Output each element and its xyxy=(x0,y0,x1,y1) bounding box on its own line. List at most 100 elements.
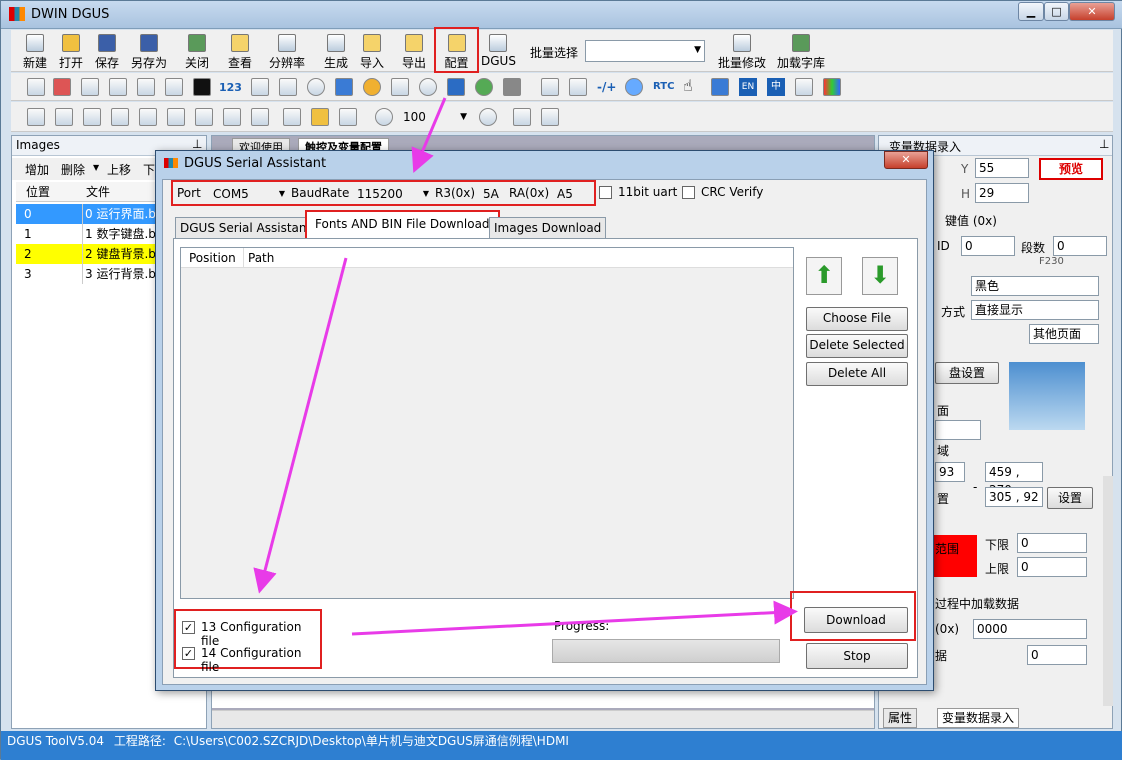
globe-icon[interactable] xyxy=(363,78,381,96)
delete-selected-button[interactable]: Delete Selected xyxy=(806,334,908,358)
cut-delete-icon[interactable] xyxy=(339,108,357,126)
move-up-arrow-icon[interactable]: ⬆ xyxy=(806,257,842,295)
same-size-icon[interactable] xyxy=(195,108,213,126)
slash-icon[interactable] xyxy=(193,78,211,96)
document-icon[interactable] xyxy=(251,78,269,96)
uart11-checkbox[interactable] xyxy=(599,186,612,199)
close-project-button[interactable]: 关闭 xyxy=(183,34,211,71)
text-a-icon[interactable] xyxy=(109,78,127,96)
load-font-button[interactable]: 加载字库 xyxy=(774,34,828,71)
open-button[interactable]: 打开 xyxy=(57,34,85,71)
other-page-select[interactable]: 其他页面 xyxy=(1029,324,1099,344)
port-select[interactable]: COM5 ▼ xyxy=(209,184,289,204)
same-width-icon[interactable] xyxy=(223,108,241,126)
dialog-close-button[interactable]: ✕ xyxy=(884,151,928,169)
hand-cursor-icon[interactable]: ☝ xyxy=(683,76,693,95)
page-spin[interactable] xyxy=(935,420,981,440)
coord1-input[interactable]: 93 xyxy=(935,462,965,482)
upper-input[interactable]: 0 xyxy=(1017,557,1087,577)
tab-properties[interactable]: 属性 xyxy=(883,708,918,728)
h-input[interactable]: 29 xyxy=(975,183,1029,203)
cfg13-checkbox[interactable]: ✓ xyxy=(182,621,195,634)
monitor-icon[interactable] xyxy=(335,78,353,96)
delete-all-button[interactable]: Delete All xyxy=(806,362,908,386)
bring-front-icon[interactable] xyxy=(513,108,531,126)
color-select[interactable]: 黑色 xyxy=(971,276,1099,296)
bullet-list-icon[interactable] xyxy=(447,78,465,96)
copy-icon[interactable] xyxy=(283,108,301,126)
save-as-button[interactable]: 另存为 xyxy=(129,34,169,71)
same-height-icon[interactable] xyxy=(251,108,269,126)
save-button[interactable]: 保存 xyxy=(93,34,121,71)
new-button[interactable]: 新建 xyxy=(21,34,49,71)
r3-input[interactable]: 5A xyxy=(479,184,505,204)
y-input[interactable]: 55 xyxy=(975,158,1029,178)
minimize-button[interactable]: ▁ xyxy=(1018,2,1044,21)
edit-icon[interactable] xyxy=(541,78,559,96)
pin-icon[interactable]: ⊥ xyxy=(192,137,202,151)
tools-icon[interactable] xyxy=(795,78,813,96)
dgus-button[interactable]: DGUS xyxy=(481,34,516,68)
close-button[interactable]: ✕ xyxy=(1069,2,1115,21)
en-icon[interactable]: EN xyxy=(739,78,757,96)
overlap-circles-icon[interactable] xyxy=(475,78,493,96)
qr-code-icon[interactable] xyxy=(503,78,521,96)
move-down-button[interactable]: 下 xyxy=(143,161,155,178)
import-button[interactable]: 导入 xyxy=(358,34,386,71)
pin-icon[interactable]: ⊥ xyxy=(1099,137,1109,151)
number-icon[interactable]: 123 xyxy=(219,81,242,94)
addr-input[interactable]: 0000 xyxy=(973,619,1087,639)
align-center-icon[interactable] xyxy=(55,108,73,126)
delete-image-button[interactable]: 删除 xyxy=(61,161,85,178)
generate-button[interactable]: 生成 xyxy=(322,34,350,71)
layer-icon[interactable] xyxy=(53,78,71,96)
horizontal-scrollbar[interactable] xyxy=(212,710,874,728)
align-bottom-icon[interactable] xyxy=(167,108,185,126)
resolution-button[interactable]: 分辨率 xyxy=(267,34,307,71)
coord2-input[interactable]: 459 , 270 xyxy=(985,462,1043,497)
file-list[interactable]: Position Path xyxy=(180,247,794,599)
zoom-in-icon[interactable] xyxy=(375,108,393,126)
plus-grid-icon[interactable] xyxy=(81,78,99,96)
stop-button[interactable]: Stop xyxy=(806,643,908,669)
config-button[interactable]: 配置 xyxy=(434,27,479,73)
tab-fonts-bin-download[interactable]: Fonts AND BIN File Download xyxy=(305,210,500,240)
rtc-icon[interactable]: RTC xyxy=(653,81,674,92)
move-up-button[interactable]: 上移 xyxy=(107,161,131,178)
curve-icon[interactable] xyxy=(391,78,409,96)
choose-file-button[interactable]: Choose File xyxy=(806,307,908,331)
cfg14-checkbox[interactable]: ✓ xyxy=(182,647,195,660)
set-button[interactable]: 设置 xyxy=(1047,487,1093,509)
batch-modify-button[interactable]: 批量修改 xyxy=(717,34,767,71)
download-button[interactable]: Download xyxy=(804,607,908,633)
align-middle-icon[interactable] xyxy=(139,108,157,126)
ra-input[interactable]: A5 xyxy=(553,184,579,204)
align-top-icon[interactable] xyxy=(111,108,129,126)
var-icon[interactable] xyxy=(27,78,45,96)
list-icon[interactable] xyxy=(279,78,297,96)
view-button[interactable]: 查看 xyxy=(226,34,254,71)
tab-images-download[interactable]: Images Download xyxy=(489,217,607,239)
maximize-button[interactable]: □ xyxy=(1044,2,1069,21)
chevron-down-icon[interactable]: ▼ xyxy=(93,163,99,172)
display-mode-select[interactable]: 直接显示 xyxy=(971,300,1099,320)
preview-button[interactable]: 预览 xyxy=(1039,158,1103,180)
keyboard-icon[interactable] xyxy=(711,78,729,96)
lower-input[interactable]: 0 xyxy=(1017,533,1087,553)
export-button[interactable]: 导出 xyxy=(400,34,428,71)
tab-var-data[interactable]: 变量数据录入 xyxy=(937,708,1020,728)
keyboard-settings-button[interactable]: 盘设置 xyxy=(935,362,999,384)
align-left-icon[interactable] xyxy=(27,108,45,126)
clock-icon[interactable] xyxy=(307,78,325,96)
data-input[interactable]: 0 xyxy=(1027,645,1087,665)
move-down-arrow-icon[interactable]: ⬇ xyxy=(862,257,898,295)
zoom-out-icon[interactable] xyxy=(479,108,497,126)
zh-icon[interactable]: 中 xyxy=(767,78,785,96)
tab-serial-assistant[interactable]: DGUS Serial Assistant xyxy=(175,217,317,239)
coord3-input[interactable]: 305 , 92 xyxy=(985,487,1043,507)
id-input[interactable]: 0 xyxy=(961,236,1015,256)
crc-checkbox[interactable] xyxy=(682,186,695,199)
zoom-select[interactable]: 100 ▼ xyxy=(399,107,471,127)
align-right-icon[interactable] xyxy=(83,108,101,126)
baud-select[interactable]: 115200 ▼ xyxy=(353,184,433,204)
